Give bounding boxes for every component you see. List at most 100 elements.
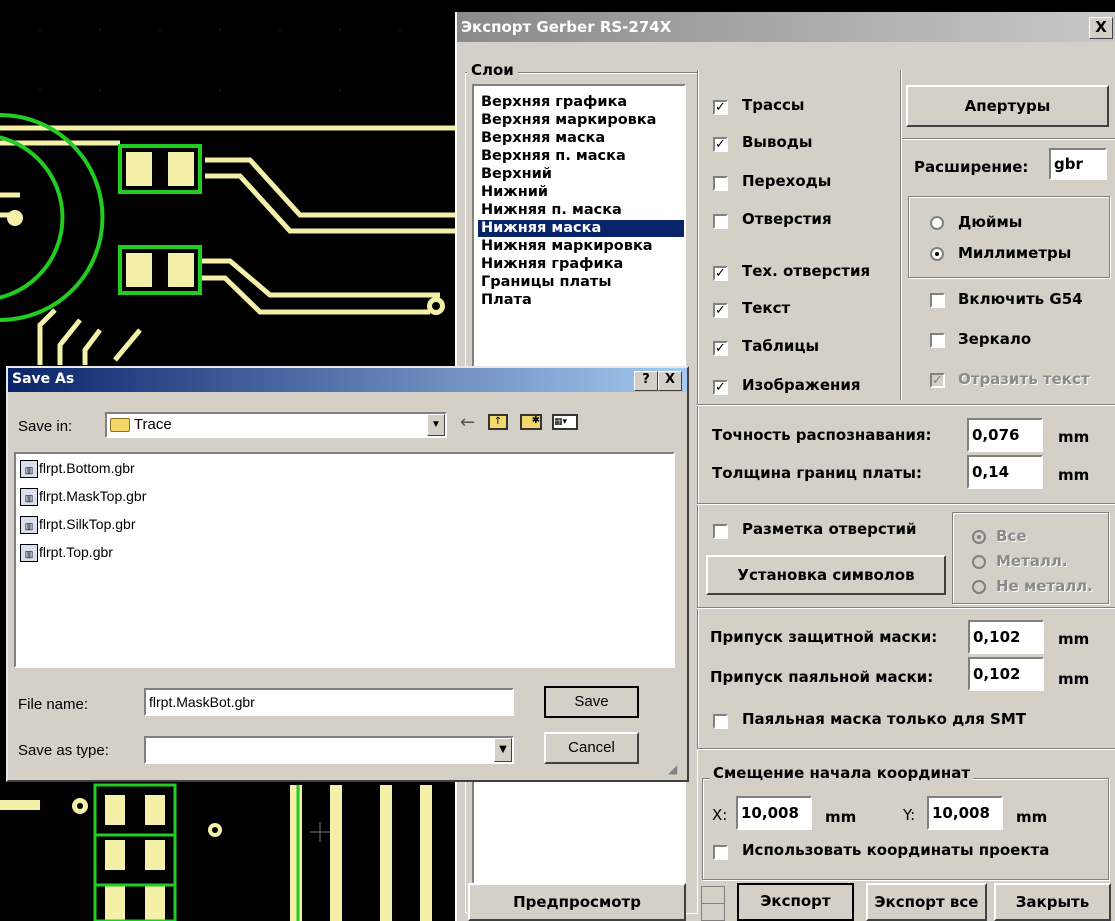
drill-all-label: Все: [996, 527, 1027, 545]
gerber-file-icon: ▥: [20, 516, 38, 535]
file-name: flrpt.Top.gbr: [39, 544, 113, 560]
file-name-input[interactable]: flrpt.MaskBot.gbr: [144, 688, 514, 716]
paste-mask-input[interactable]: 0,102: [968, 657, 1044, 691]
precision-label: Точность распознавания:: [712, 426, 932, 444]
include-g54-checkbox[interactable]: [930, 293, 945, 308]
export-button[interactable]: Экспорт: [737, 883, 854, 921]
gerber-file-icon: ▥: [20, 460, 38, 479]
divider: [697, 748, 1115, 750]
inches-label: Дюймы: [958, 213, 1023, 231]
divider: [697, 503, 1115, 505]
mirror-checkbox[interactable]: [930, 333, 945, 348]
divider: [697, 70, 699, 750]
file-item[interactable]: ▥ flrpt.Top.gbr: [20, 540, 113, 564]
layer-item[interactable]: Нижняя п. маска: [478, 202, 625, 219]
apertures-button[interactable]: Апертуры: [906, 85, 1109, 127]
new-folder-icon[interactable]: ✱: [520, 414, 542, 430]
project-coords-checkbox[interactable]: [713, 845, 728, 860]
units-group: [908, 196, 1110, 278]
option-checkbox[interactable]: ✓: [713, 380, 728, 395]
unit-mm: mm: [1058, 466, 1090, 484]
millimeters-radio[interactable]: [930, 247, 944, 261]
layer-item[interactable]: Нижняя графика: [478, 256, 626, 273]
option-checkbox[interactable]: ✓: [713, 100, 728, 115]
option-checkbox[interactable]: [713, 176, 728, 191]
x-offset-input[interactable]: 10,008: [736, 796, 812, 830]
include-g54-label: Включить G54: [958, 290, 1083, 308]
save-as-close-icon[interactable]: X: [658, 371, 682, 391]
divider: [697, 607, 1115, 609]
y-label: Y:: [903, 806, 916, 824]
y-offset-input[interactable]: 10,008: [927, 796, 1003, 830]
board-border-input[interactable]: 0,14: [967, 455, 1043, 489]
gerber-close-icon[interactable]: X: [1089, 17, 1113, 39]
precision-input[interactable]: 0,076: [967, 418, 1043, 452]
file-item[interactable]: ▥ flrpt.MaskTop.gbr: [20, 484, 146, 508]
drill-marking-label: Разметка отверстий: [742, 520, 917, 538]
option-checkbox[interactable]: ✓: [713, 137, 728, 152]
close-button[interactable]: Закрыть: [994, 883, 1111, 921]
chevron-down-icon[interactable]: ▼: [494, 738, 512, 762]
drill-metal-radio: [972, 555, 986, 569]
file-name: flrpt.Bottom.gbr: [39, 460, 135, 476]
file-name: flrpt.SilkTop.gbr: [39, 516, 136, 532]
file-item[interactable]: ▥ flrpt.SilkTop.gbr: [20, 512, 135, 536]
unit-mm: mm: [1058, 670, 1090, 688]
layer-item[interactable]: Границы платы: [478, 274, 614, 291]
cancel-button[interactable]: Cancel: [544, 732, 639, 764]
export-all-button[interactable]: Экспорт все: [866, 883, 987, 921]
help-icon[interactable]: ?: [634, 371, 658, 391]
board-border-label: Толщина границ платы:: [712, 464, 922, 482]
option-checkbox[interactable]: ✓: [713, 303, 728, 318]
layer-item[interactable]: Нижний: [478, 184, 551, 201]
layer-item[interactable]: Верхняя маркировка: [478, 112, 659, 129]
option-checkbox[interactable]: ✓: [713, 266, 728, 281]
preview-button[interactable]: Предпросмотр: [468, 883, 686, 921]
save-in-label: Save in:: [18, 418, 73, 435]
option-checkbox[interactable]: ✓: [713, 341, 728, 356]
gerber-title: Экспорт Gerber RS-274X: [461, 18, 672, 36]
chevron-down-icon[interactable]: ▼: [427, 414, 445, 436]
file-list[interactable]: ▥ flrpt.Bottom.gbr ▥ flrpt.MaskTop.gbr ▥ flrp…: [14, 452, 675, 668]
symbols-button[interactable]: Установка символов: [706, 555, 946, 595]
solder-mask-input[interactable]: 0,102: [968, 620, 1044, 654]
save-as-title-bar: Save As ? X: [8, 368, 687, 392]
divider: [697, 404, 1115, 406]
offset-group-label: Смещение начала координат: [710, 764, 974, 782]
divider: [900, 70, 902, 400]
divider: [902, 138, 1115, 140]
drill-metal-label: Металл.: [996, 552, 1068, 570]
mirror-label: Зеркало: [958, 330, 1032, 348]
save-in-select[interactable]: Trace ▼: [105, 412, 447, 438]
save-button[interactable]: Save: [544, 686, 639, 718]
save-as-dialog: Save As ? X Save in: Trace ▼ ← ↑ ✱ ▦▾ ▥ f…: [6, 366, 689, 782]
option-label: Изображения: [742, 376, 861, 394]
back-arrow-icon[interactable]: ←: [460, 412, 475, 433]
layer-item[interactable]: Верхняя п. маска: [478, 148, 629, 165]
layer-item[interactable]: Верхняя графика: [478, 94, 630, 111]
layer-item[interactable]: Плата: [478, 292, 535, 309]
gerber-file-icon: ▥: [20, 544, 38, 563]
mirror-text-label: Отразить текст: [958, 370, 1090, 388]
option-label: Выводы: [742, 133, 813, 151]
view-menu-icon[interactable]: ▦▾: [552, 414, 578, 430]
layer-item[interactable]: Верхний: [478, 166, 555, 183]
splitter-handle[interactable]: [701, 886, 725, 921]
smt-only-checkbox[interactable]: [713, 714, 728, 729]
option-label: Отверстия: [742, 210, 832, 228]
option-label: Переходы: [742, 172, 832, 190]
drill-marking-checkbox[interactable]: [713, 524, 728, 539]
save-type-select[interactable]: ▼: [144, 736, 514, 764]
layer-item[interactable]: Нижняя маркировка: [478, 238, 656, 255]
inches-radio[interactable]: [930, 216, 944, 230]
option-label: Текст: [742, 299, 791, 317]
layer-item[interactable]: Нижняя маска: [478, 220, 684, 237]
project-coords-label: Использовать координаты проекта: [742, 841, 1050, 859]
extension-input[interactable]: gbr: [1049, 148, 1107, 180]
drill-nonmetal-radio: [972, 580, 986, 594]
file-item[interactable]: ▥ flrpt.Bottom.gbr: [20, 456, 135, 480]
layer-item[interactable]: Верхняя маска: [478, 130, 608, 147]
up-folder-icon[interactable]: ↑: [488, 414, 508, 430]
option-checkbox[interactable]: [713, 214, 728, 229]
resize-grip-icon[interactable]: ◢: [668, 762, 682, 776]
